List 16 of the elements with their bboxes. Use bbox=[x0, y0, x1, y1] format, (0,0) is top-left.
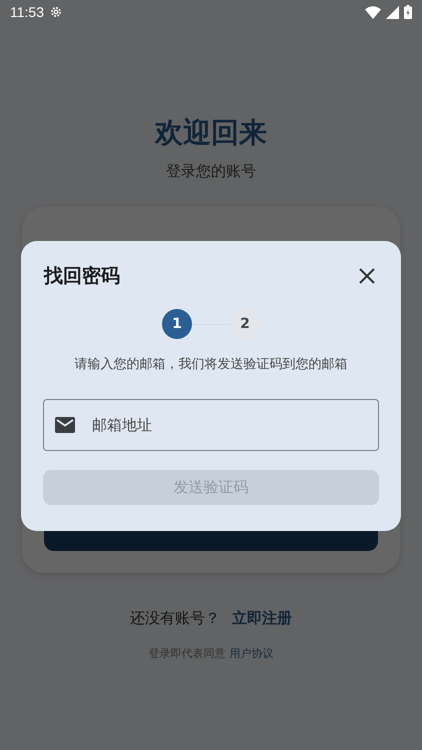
signal-icon bbox=[386, 6, 399, 18]
step-indicator: 1 bbox=[162, 309, 192, 339]
register-link[interactable]: 立即注册 bbox=[232, 609, 292, 628]
mail-icon bbox=[55, 417, 75, 433]
user-agreement-link[interactable]: 用户协议 bbox=[230, 646, 274, 661]
wifi-icon bbox=[365, 6, 381, 18]
dialog-description: 请输入您的邮箱，我们将发送验证码到您的邮箱 bbox=[74, 356, 348, 373]
status-time: 11:53 bbox=[10, 4, 44, 20]
welcome-subtitle: 登录您的账号 bbox=[166, 162, 256, 181]
email-field[interactable]: 邮箱地址 bbox=[43, 399, 379, 451]
signup-prompt-text: 还没有账号？ bbox=[130, 609, 220, 628]
welcome-title: 欢迎回来 bbox=[155, 115, 267, 151]
settings-icon bbox=[49, 5, 63, 19]
dialog-title: 找回密码 bbox=[44, 264, 120, 289]
battery-icon bbox=[404, 5, 412, 19]
step-indicator: 2 bbox=[230, 309, 260, 339]
